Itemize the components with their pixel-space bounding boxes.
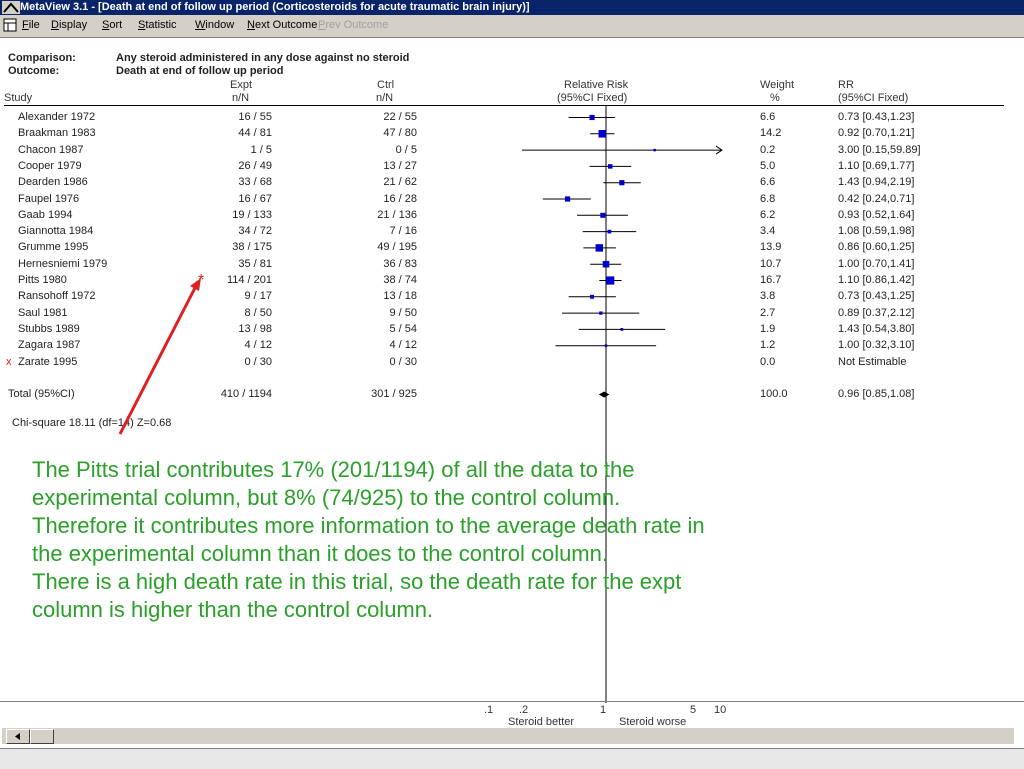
study-marker — [598, 130, 607, 138]
horizontal-scrollbar[interactable] — [2, 728, 1014, 744]
scale-left-label: Steroid better — [508, 716, 575, 728]
study-marker — [604, 344, 608, 347]
menu-next-outcome-label: ext Outcome — [254, 19, 318, 31]
menu-file[interactable]: File — [22, 19, 40, 31]
study-marker — [599, 311, 603, 315]
annotation-line: experimental column, but 8% (74/925) to … — [32, 485, 621, 510]
study-marker — [589, 114, 595, 121]
menu-window[interactable]: Window — [195, 19, 234, 31]
scale-tick: 1 — [600, 704, 607, 716]
study-marker — [606, 276, 615, 285]
study-marker — [564, 196, 571, 202]
scale-tick: 5 — [690, 704, 697, 716]
study-marker — [620, 328, 624, 331]
annotation-line: Therefore it contributes more informatio… — [32, 513, 705, 538]
menu-display[interactable]: Display — [51, 19, 87, 31]
status-bar — [0, 748, 1024, 769]
scroll-thumb[interactable] — [30, 729, 54, 744]
menu-bar: File Display Sort Statistic Window Next … — [0, 15, 1024, 38]
annotation-text: The Pitts trial contributes 17% (201/119… — [32, 456, 912, 624]
menu-window-label: indow — [205, 19, 235, 31]
pointer-arrow-head — [190, 278, 201, 291]
study-marker — [602, 260, 610, 268]
scale-tick: .1 — [484, 704, 494, 716]
app-icon — [2, 1, 20, 14]
menu-statistic-label: tatistic — [145, 19, 177, 31]
study-marker — [595, 244, 604, 252]
menu-display-label: isplay — [58, 19, 88, 31]
annotation-line: the experimental column than it does to … — [32, 541, 608, 566]
menu-prev-outcome: Prev Outcome — [318, 19, 389, 31]
study-marker — [619, 180, 625, 186]
scale-tick: .2 — [519, 704, 529, 716]
window-title: MetaView 3.1 - [Death at end of follow u… — [20, 1, 530, 13]
menu-prev-outcome-label: rev Outcome — [325, 19, 389, 31]
menu-file-label: ile — [28, 19, 40, 31]
menu-sort[interactable]: Sort — [102, 19, 122, 31]
menu-statistic[interactable]: Statistic — [138, 19, 177, 31]
pointer-arrow-shaft — [118, 283, 199, 435]
menu-sort-label: ort — [109, 19, 123, 31]
annotation-line: There is a high death rate in this trial… — [32, 569, 682, 594]
scale-tick: 10 — [714, 704, 727, 716]
study-marker — [600, 212, 606, 218]
document-icon[interactable] — [3, 18, 17, 32]
window-titlebar: MetaView 3.1 - [Death at end of follow u… — [0, 0, 1024, 15]
annotation-line: column is higher than the control column… — [32, 597, 434, 622]
scale-right-label: Steroid worse — [619, 716, 687, 728]
annotation-line: The Pitts trial contributes 17% (201/119… — [32, 457, 635, 482]
study-marker — [590, 294, 595, 299]
scroll-left-button[interactable] — [6, 729, 30, 744]
study-marker — [653, 148, 656, 152]
scroll-left-icon — [15, 733, 20, 740]
plot-bottom-divider — [0, 701, 1024, 702]
menu-next-outcome[interactable]: Next Outcome — [247, 19, 317, 31]
forest-plot-document: Comparison: Any steroid administered in … — [4, 40, 1024, 703]
study-marker — [607, 229, 612, 234]
study-marker — [607, 164, 613, 169]
pooled-estimate-diamond — [598, 391, 610, 398]
